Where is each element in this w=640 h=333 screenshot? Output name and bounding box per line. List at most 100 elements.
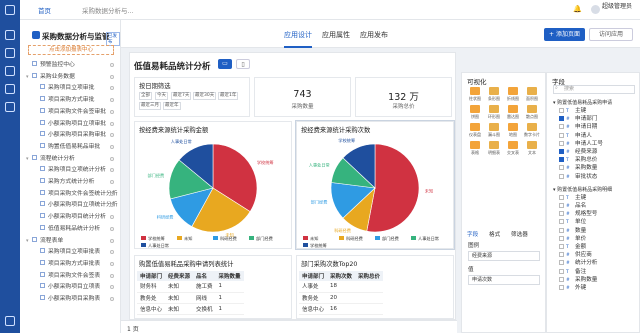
viz-type-item[interactable]: 散点图	[524, 105, 540, 120]
sidebar-item[interactable]: 小额采购项目采购表	[34, 295, 114, 303]
tab-format[interactable]: 格式	[489, 230, 500, 238]
field-item[interactable]: # 外键	[559, 285, 586, 292]
more-icon[interactable]	[110, 273, 114, 278]
table-row[interactable]: 信息中心 未知 交换机 1	[137, 303, 244, 315]
sidebar-item[interactable]: 采购项目立项审批	[34, 84, 114, 92]
notification-icon[interactable]: 🔔	[573, 5, 582, 13]
viz-type-item[interactable]: 雷达图	[505, 105, 521, 120]
users-icon[interactable]	[5, 84, 15, 94]
viz-type-item[interactable]: 环形图	[486, 105, 502, 120]
legend-label[interactable]: 人事处日常	[148, 242, 169, 249]
sidebar-item[interactable]: 采购方式统计分析	[34, 178, 114, 186]
field-item[interactable]: # 申请部门	[559, 116, 597, 123]
sidebar-item[interactable]: 预警监控中心	[26, 61, 114, 69]
sidebar-item[interactable]: ▾ 流程统计分析	[26, 154, 114, 163]
sidebar-item[interactable]: 项目采购文件会签审批	[34, 107, 114, 116]
checkbox[interactable]	[559, 140, 564, 146]
tab-app-publish[interactable]: 应用发布	[360, 30, 388, 40]
chip-today[interactable]: 今天	[155, 92, 168, 100]
checkbox[interactable]	[559, 194, 564, 200]
chip-3months[interactable]: 最近三月	[139, 102, 161, 110]
home-icon[interactable]	[5, 30, 15, 40]
more-icon[interactable]	[110, 144, 114, 149]
checkbox[interactable]	[559, 165, 564, 171]
sidebar-item[interactable]: 采购项目立项统计分析	[34, 166, 114, 174]
legend-field-drop[interactable]: 经费来源	[468, 251, 540, 261]
value-field-drop[interactable]: 申请次数	[468, 275, 540, 285]
field-item[interactable]: # 采购数量	[559, 276, 597, 284]
checkbox[interactable]	[559, 132, 564, 138]
viz-type-item[interactable]: 地图	[505, 123, 521, 138]
viz-type-item[interactable]: 明细表	[486, 141, 502, 156]
viz-type-item[interactable]: 仪表盘	[467, 123, 483, 138]
field-item[interactable]: # 申请日期	[559, 124, 597, 131]
page-selector[interactable]: 1 页	[121, 320, 457, 333]
settings-icon[interactable]	[5, 102, 15, 112]
viz-type-item[interactable]: 条形图	[486, 87, 502, 102]
field-group[interactable]: ▾ 购置低值易耗品采购申请	[553, 100, 612, 107]
table-row[interactable]: 人事处 18	[299, 281, 384, 293]
field-item[interactable]: # 数量	[559, 227, 586, 235]
field-item[interactable]: # 申请人工号	[559, 140, 603, 148]
more-icon[interactable]	[110, 63, 114, 67]
table-row[interactable]: 教务处 20	[299, 292, 384, 304]
field-item[interactable]: # 规格型号	[559, 211, 597, 218]
more-icon[interactable]	[110, 74, 114, 79]
field-item[interactable]: # 供应商	[559, 252, 592, 259]
tab-filters[interactable]: 筛选器	[511, 230, 528, 238]
sidebar-item[interactable]: 小额采购项目立项统计分析	[34, 201, 118, 209]
checkbox[interactable]	[559, 116, 564, 122]
field-item[interactable]: T 备注	[559, 268, 586, 276]
checkbox[interactable]	[559, 211, 564, 217]
field-item[interactable]: # 审批状态	[559, 173, 597, 181]
legend-label[interactable]: 人事处日常	[418, 235, 439, 242]
sidebar-item[interactable]: ▾ 采购业务数据	[26, 72, 114, 81]
checkbox[interactable]	[559, 124, 564, 130]
checkbox[interactable]	[559, 285, 564, 290]
legend-label[interactable]: 科研经费	[346, 235, 363, 242]
more-icon[interactable]	[110, 297, 114, 301]
checkbox[interactable]	[559, 235, 564, 241]
legend-label[interactable]: 未知	[184, 235, 192, 242]
legend-label[interactable]: 科研经费	[220, 235, 237, 242]
viz-type-item[interactable]: 折线图	[505, 87, 521, 102]
checkbox[interactable]	[559, 219, 564, 225]
more-icon[interactable]	[110, 285, 114, 290]
field-item[interactable]: T 主键	[559, 108, 586, 115]
sidebar-item[interactable]: 项目采购方式审批	[34, 96, 114, 104]
legend-label[interactable]: 学校统筹	[310, 242, 327, 249]
app-icon[interactable]	[5, 48, 15, 58]
sidebar-item[interactable]: ▾ 流程表单	[26, 236, 114, 245]
viz-type-item[interactable]: 表格	[467, 141, 483, 156]
mobile-view-icon[interactable]: ▯	[236, 59, 250, 69]
chip-recent-year[interactable]: 最近年	[163, 102, 181, 110]
add-page-button[interactable]: + 添加页面	[544, 28, 585, 41]
avatar[interactable]	[591, 5, 600, 14]
viz-type-item[interactable]: 漏斗图	[486, 123, 502, 138]
field-search-input[interactable]: 搜索	[553, 85, 635, 94]
more-icon[interactable]	[110, 261, 114, 266]
more-icon[interactable]	[110, 180, 114, 184]
field-item[interactable]: T 主键	[559, 194, 586, 202]
field-item[interactable]: # 统计分析	[559, 260, 597, 267]
more-icon[interactable]	[110, 98, 114, 103]
more-icon[interactable]	[110, 168, 114, 173]
sidebar-item[interactable]: 小额采购项目统计分析	[34, 213, 114, 221]
table-row[interactable]: 财务科 未知 施工费 1	[137, 281, 244, 293]
sidebar-item[interactable]: 小额采购项目采购审批	[34, 131, 114, 139]
checkbox[interactable]	[559, 260, 564, 266]
viz-type-item[interactable]: 数字卡片	[524, 123, 540, 138]
sidebar-item[interactable]: 采购项目立项审批表	[34, 248, 114, 256]
more-icon[interactable]	[110, 121, 114, 126]
tab-app-design[interactable]: 应用设计	[284, 30, 312, 48]
field-item[interactable]: T 金额	[559, 244, 586, 251]
desktop-view-icon[interactable]: ▭	[218, 59, 232, 69]
field-item[interactable]: # 品名	[559, 203, 586, 210]
more-icon[interactable]	[110, 156, 114, 161]
more-icon[interactable]	[110, 215, 114, 220]
chip-1year[interactable]: 最近1年	[218, 92, 239, 100]
more-icon[interactable]	[110, 238, 114, 243]
sidebar-item[interactable]: 小额采购项目立项表	[34, 283, 114, 291]
tab-fields[interactable]: 字段	[467, 230, 478, 238]
checkbox[interactable]	[559, 203, 564, 208]
